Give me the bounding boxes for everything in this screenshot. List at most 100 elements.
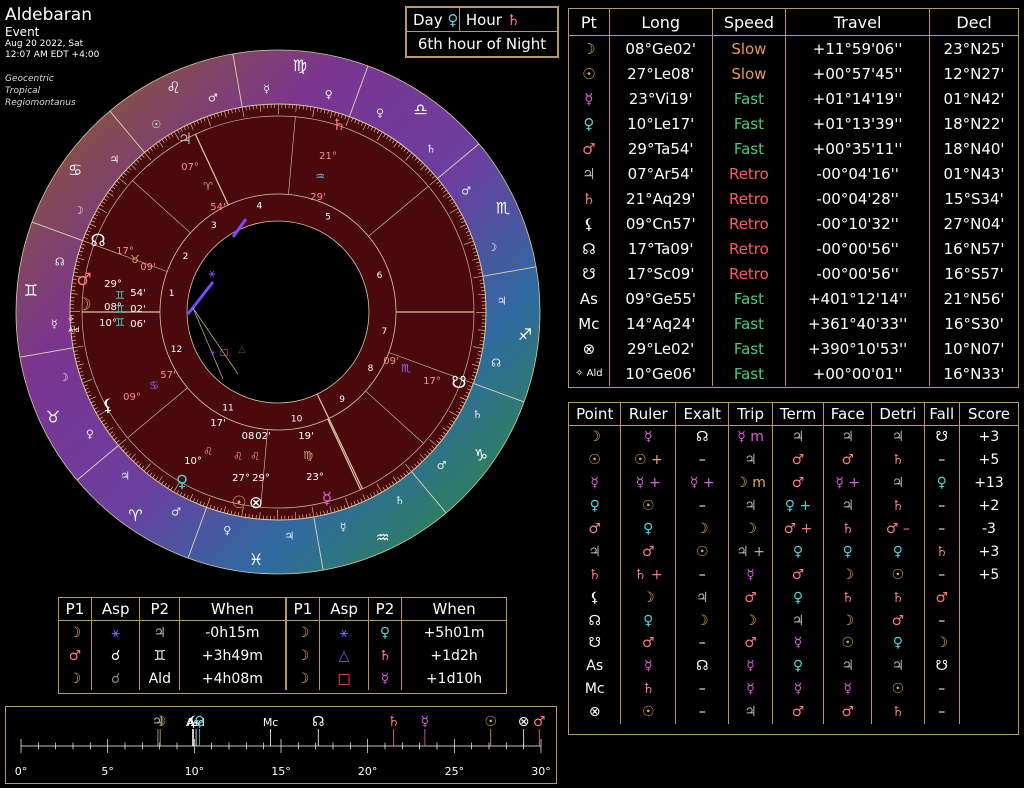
planet-glyph-icon: ♀ <box>367 620 402 644</box>
speed-cell: Retro <box>711 186 786 211</box>
degree-marker-icon: ☉ <box>484 714 497 730</box>
planet-degree-label: 23° <box>306 472 324 483</box>
table-row: ♄ ♄ + – ☿ ♂ ☽ ☉ – +5 <box>569 563 1018 587</box>
rulership-glyph-icon: ☊ <box>491 357 501 370</box>
venus-icon: ♀ <box>447 10 459 29</box>
zodiac-sign-icon: ♋ <box>68 160 82 179</box>
planet-glyph-icon: ☽ <box>284 620 320 644</box>
table-row: ☋ ♂ – ♂ ☿ ☉ ♀ ☽ <box>569 632 1018 655</box>
dignity-cell: ☊ <box>675 425 729 449</box>
dignity-cell: ☿ + <box>823 471 872 495</box>
zodiac-sign-icon: ♊ <box>24 281 38 300</box>
dignity-cell: +3 <box>958 540 1018 564</box>
speed-cell: Slow <box>711 35 786 61</box>
point-glyph-icon: ☽ <box>588 429 601 446</box>
dignity-cell: ♂ <box>771 700 824 724</box>
positions-col-pt: Pt <box>569 9 610 36</box>
dignity-cell: ♄ <box>620 677 676 701</box>
wheel-layer: ♈♉♊♋♌♍♎♏♐♑♒♓♂♃♀☽☿☊☽♃☉♂☿ ♀♀♄♂☽♃☊♄♂♄☿♃♀1234… <box>15 49 541 575</box>
scale-label: 20° <box>358 765 378 778</box>
longitude-cell: 09°Ge55' <box>608 286 713 311</box>
zodiac-sign-icon: ♌ <box>166 78 180 97</box>
declination-cell: 23°N25' <box>929 35 1018 61</box>
dignity-cell <box>958 632 1018 655</box>
chart-wheel[interactable]: ♈♉♊♋♌♍♎♏♐♑♒♓♂♃♀☽☿☊☽♃☉♂☿ ♀♀♄♂☽♃☊♄♂♄☿♃♀1234… <box>8 44 548 584</box>
dignity-cell <box>958 700 1018 724</box>
house-number: 12 <box>171 345 182 355</box>
aspects-col-p2: P2 <box>367 598 402 621</box>
dignity-cell: ♃ <box>823 654 872 678</box>
aspects-header: P1 Asp P2 When P1 Asp P2 When <box>59 598 506 621</box>
planet-glyph-icon: As <box>579 289 598 308</box>
dignity-cell: ☿ <box>728 563 773 587</box>
dignity-cell: ♀ <box>823 540 872 564</box>
saturn-icon: ♄ <box>332 115 346 134</box>
dignity-cell: ☽ <box>675 609 729 633</box>
table-row: ☿ 23°Vi19' Fast +01°14'19'' 01°N42' <box>569 86 1018 111</box>
dignity-cell: +2 <box>958 494 1018 518</box>
dignity-cell: +13 <box>958 471 1018 495</box>
positions-col-speed: Speed <box>711 9 786 36</box>
degree-marker-icon: Mc <box>263 716 279 729</box>
planet-glyph-icon: ☽ <box>582 39 596 58</box>
planet-degree-label: 09' <box>140 262 155 273</box>
dignity-cell: ♄ <box>923 540 960 564</box>
planet-degree-label: ♊ <box>115 316 125 329</box>
dignity-cell: ☉ <box>823 632 872 655</box>
aspects-col-asp: Asp <box>319 598 369 621</box>
dignity-cell: ♀ <box>771 654 824 678</box>
fortune-icon: ⊗ <box>249 493 263 513</box>
dignity-cell: ☉ <box>675 540 729 564</box>
longitude-cell: 23°Vi19' <box>608 86 713 111</box>
degree-marker-icon: ☿ <box>421 714 430 730</box>
planet-degree-label: 09' <box>383 356 398 367</box>
dignity-cell <box>958 654 1018 678</box>
dignity-cell: – <box>923 563 960 587</box>
table-row: ☽ 08°Ge02' Slow +11°59'06'' 23°N25' <box>569 35 1018 61</box>
scale-label: 15° <box>271 765 291 778</box>
aspects-col-asp: Asp <box>90 598 140 621</box>
south-node-icon: ☋ <box>451 373 466 393</box>
dignity-cell: – <box>675 632 729 655</box>
dignities-col-exalt: Exalt <box>675 403 729 426</box>
dignity-cell: ♀ <box>771 586 824 610</box>
dignity-cell: ♀ <box>871 632 925 655</box>
planet-degree-label: 02' <box>130 304 145 315</box>
planet-degree-label: ♊ <box>115 303 125 316</box>
degree-marker-icon: ♀ <box>194 714 204 730</box>
longitude-cell: 17°Ta09' <box>608 236 713 261</box>
scale-label: 0° <box>15 765 28 778</box>
dignity-cell: ☿ <box>771 632 824 655</box>
planet-degree-label: 19' <box>298 431 313 442</box>
rulership-glyph-icon: ☊ <box>55 255 65 268</box>
jupiter-icon: ♃ <box>178 129 192 148</box>
dignities-col-ruler: Ruler <box>620 403 676 426</box>
aspect-glyph-icon: ☌ <box>90 644 140 667</box>
house-number: 10 <box>291 414 303 424</box>
dignity-cell: – <box>923 448 960 472</box>
zodiac-sign-icon: ♎ <box>413 100 427 119</box>
longitude-cell: 10°Ge06' <box>608 361 713 386</box>
planet-degree-label: 08 <box>242 431 255 442</box>
declination-cell: 10°N07' <box>929 336 1018 361</box>
planet-degree-label: ⚹ <box>210 348 216 358</box>
rulership-glyph-icon: ☿ <box>340 520 347 533</box>
degree-marker-icon: ♂ <box>533 714 546 730</box>
chart-title: Aldebaran <box>5 5 92 25</box>
planet-degree-label: ♍ <box>303 449 313 462</box>
mars-icon: ♂ <box>76 270 91 290</box>
north-node-icon: ☊ <box>90 231 105 251</box>
planet-degree-label: ♌ <box>250 450 260 463</box>
dignity-cell: ☉ <box>620 700 676 724</box>
dignities-col-term: Term <box>771 403 824 426</box>
dignity-cell: ♄ <box>871 586 925 610</box>
planet-degree-label: ✧ <box>67 315 75 325</box>
table-row: ⊗ ☉ – ♃ ♂ ♂ ♄ – <box>569 700 1018 724</box>
dignity-cell: ☽ <box>620 586 676 610</box>
speed-cell: Retro <box>711 211 786 236</box>
dignity-cell: – <box>923 517 960 541</box>
dignity-cell: ♂ <box>620 632 676 655</box>
dignity-cell: ♃ <box>823 494 872 518</box>
planet-glyph-icon: ☽ <box>284 644 320 667</box>
planet-degree-label: ♊ <box>115 289 125 302</box>
